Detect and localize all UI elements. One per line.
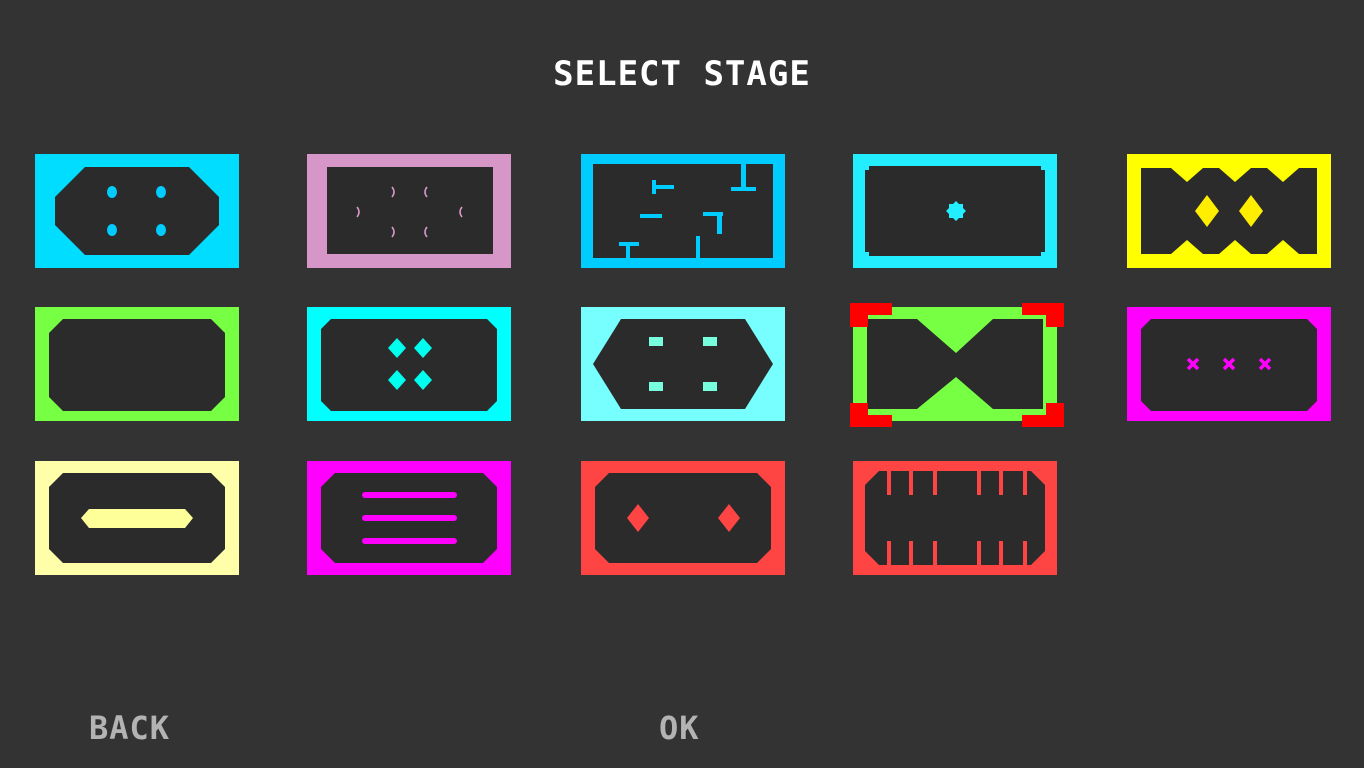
stage-11-thumbnail (35, 461, 239, 575)
stage-7-thumbnail (307, 307, 511, 421)
stage-10-thumbnail (1127, 307, 1331, 421)
stage-9-tile[interactable] (853, 307, 1057, 421)
stage-12-tile[interactable] (307, 461, 511, 575)
stage-7-tile[interactable] (307, 307, 511, 421)
stage-1-thumbnail (35, 154, 239, 268)
stage-11-tile[interactable] (35, 461, 239, 575)
stage-9-thumbnail (853, 307, 1057, 421)
screen-title: SELECT STAGE (553, 54, 811, 94)
stage-4-tile[interactable] (853, 154, 1057, 268)
stage-13-tile[interactable] (581, 461, 785, 575)
stage-2-tile[interactable] (307, 154, 511, 268)
stage-14-thumbnail (853, 461, 1057, 575)
stage-12-thumbnail (307, 461, 511, 575)
back-button[interactable]: BACK (89, 710, 170, 746)
stage-8-tile[interactable] (581, 307, 785, 421)
stage-3-tile[interactable] (581, 154, 785, 268)
stage-8-thumbnail (581, 307, 785, 421)
stage-10-tile[interactable] (1127, 307, 1331, 421)
stage-1-tile[interactable] (35, 154, 239, 268)
stage-6-thumbnail (35, 307, 239, 421)
ok-button[interactable]: OK (659, 710, 700, 746)
stage-2-thumbnail (307, 154, 511, 268)
stage-3-thumbnail (581, 154, 785, 268)
stage-5-tile[interactable] (1127, 154, 1331, 268)
stage-5-thumbnail (1127, 154, 1331, 268)
stage-6-tile[interactable] (35, 307, 239, 421)
stage-4-thumbnail (853, 154, 1057, 268)
stage-13-thumbnail (581, 461, 785, 575)
stage-14-tile[interactable] (853, 461, 1057, 575)
